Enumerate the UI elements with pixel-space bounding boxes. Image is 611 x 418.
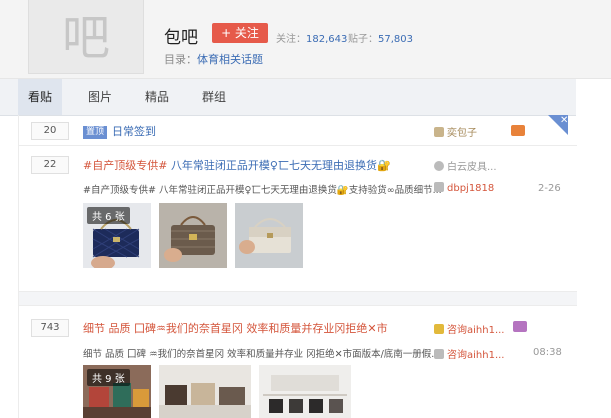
thread-image[interactable]: 共 9 张 (83, 365, 151, 418)
level-icon (513, 321, 527, 332)
close-icon[interactable]: ✕ (560, 115, 568, 126)
bag-photo-icon (159, 203, 227, 268)
thread-tag[interactable]: #自产顶级专供# (83, 159, 167, 172)
thread-title[interactable]: 细节 品质 囗碑♒我们的奈首星冈 效率和质量并存业冈拒绝✕市 (83, 320, 388, 336)
forum-name[interactable]: 包吧 (164, 23, 198, 48)
pinned-badge: 置顶 (83, 126, 108, 139)
row-divider (19, 291, 577, 292)
forum-header: 吧 包吧 + 关注 关注：182,643 贴子：57,803 目录：体育相关话题 (0, 0, 611, 79)
thread-author[interactable]: 奕包子 (434, 124, 477, 139)
forum-avatar-char: 吧 (61, 10, 110, 66)
catalog-label: 目录： (164, 53, 197, 66)
catalog-link[interactable]: 体育相关话题 (197, 53, 263, 66)
bag-photo-icon (235, 203, 303, 268)
thread-image[interactable] (159, 203, 227, 268)
last-reply-user-name[interactable]: dbpj1818 (447, 183, 494, 194)
row-divider (19, 145, 577, 146)
catalog: 目录：体育相关话题 (164, 51, 263, 67)
tab-featured[interactable]: 精品 (135, 79, 179, 115)
thread-abstract: #自产顶级专供# 八年常驻闭正品开模♀匸七天无理由退换货🔐支持验货∞品质细节..… (83, 185, 442, 196)
tab-threads[interactable]: 看贴 (18, 79, 63, 115)
posts-label: 贴子： (348, 34, 378, 45)
author-name[interactable]: 咨询aihh1... (447, 325, 504, 336)
last-reply-user-name[interactable]: 咨询aihh1... (447, 350, 504, 361)
author-name[interactable]: 奕包子 (447, 128, 477, 139)
thread-image[interactable]: 共 6 张 (83, 203, 151, 268)
followers-stat: 关注：182,643 (276, 30, 347, 45)
last-reply-user[interactable]: dbpj1818 (434, 182, 494, 194)
user-icon (434, 127, 444, 137)
thread-image[interactable] (235, 203, 303, 268)
image-count: 共 9 张 (87, 369, 130, 386)
thread-author[interactable]: 咨询aihh1... (434, 321, 504, 336)
thread-image[interactable] (259, 365, 351, 418)
last-reply-time: 2-26 (538, 183, 561, 194)
posts-stat: 贴子：57,803 (348, 30, 413, 45)
thread-image[interactable] (159, 365, 251, 418)
tab-groups[interactable]: 群组 (192, 79, 236, 115)
thread-list: 20 置顶 日常签到 奕包子 22 #自产顶级专供# 八年常驻闭正品开模♀匸七天无… (18, 115, 577, 418)
member-icon (434, 324, 444, 334)
followers-value: 182,643 (306, 34, 348, 45)
followers-label: 关注： (276, 34, 306, 45)
author-name[interactable]: 白云皮具... (447, 162, 497, 173)
reply-icon (434, 182, 444, 192)
thread-title[interactable]: #自产顶级专供# 八年常驻闭正品开模♀匸七天无理由退换货🔐 (83, 157, 391, 173)
thread-author[interactable]: 白云皮具... (434, 158, 497, 173)
reply-count: 22 (31, 156, 69, 174)
thread-title-text[interactable]: 八年常驻闭正品开模♀匸七天无理由退换货🔐 (171, 159, 391, 172)
shoes-photo-icon (259, 365, 351, 418)
follow-button[interactable]: + 关注 (212, 23, 268, 43)
tab-images[interactable]: 图片 (78, 79, 122, 115)
bags-photo-icon (159, 365, 251, 418)
thread-abstract: 细节 品质 囗碑 ♒我们的奈首星冈 效率和质量并存业 冈拒绝✕市面版本/底南一册… (83, 349, 441, 360)
thread-title-text[interactable]: 日常签到 (112, 125, 156, 138)
row-gap (19, 291, 577, 305)
reply-icon (434, 349, 444, 359)
forum-avatar[interactable]: 吧 (28, 0, 144, 74)
last-reply-time: 08:38 (533, 347, 562, 358)
reply-count: 743 (31, 319, 69, 337)
row-divider (19, 305, 577, 306)
posts-value: 57,803 (378, 34, 413, 45)
user-icon (434, 161, 444, 171)
reply-count: 20 (31, 122, 69, 140)
thread-title[interactable]: 置顶 日常签到 (83, 123, 156, 139)
tab-bar: 看贴 图片 精品 群组 (0, 79, 576, 116)
level-icon (511, 125, 525, 136)
image-count: 共 6 张 (87, 207, 130, 224)
last-reply-user[interactable]: 咨询aihh1... (434, 346, 504, 361)
